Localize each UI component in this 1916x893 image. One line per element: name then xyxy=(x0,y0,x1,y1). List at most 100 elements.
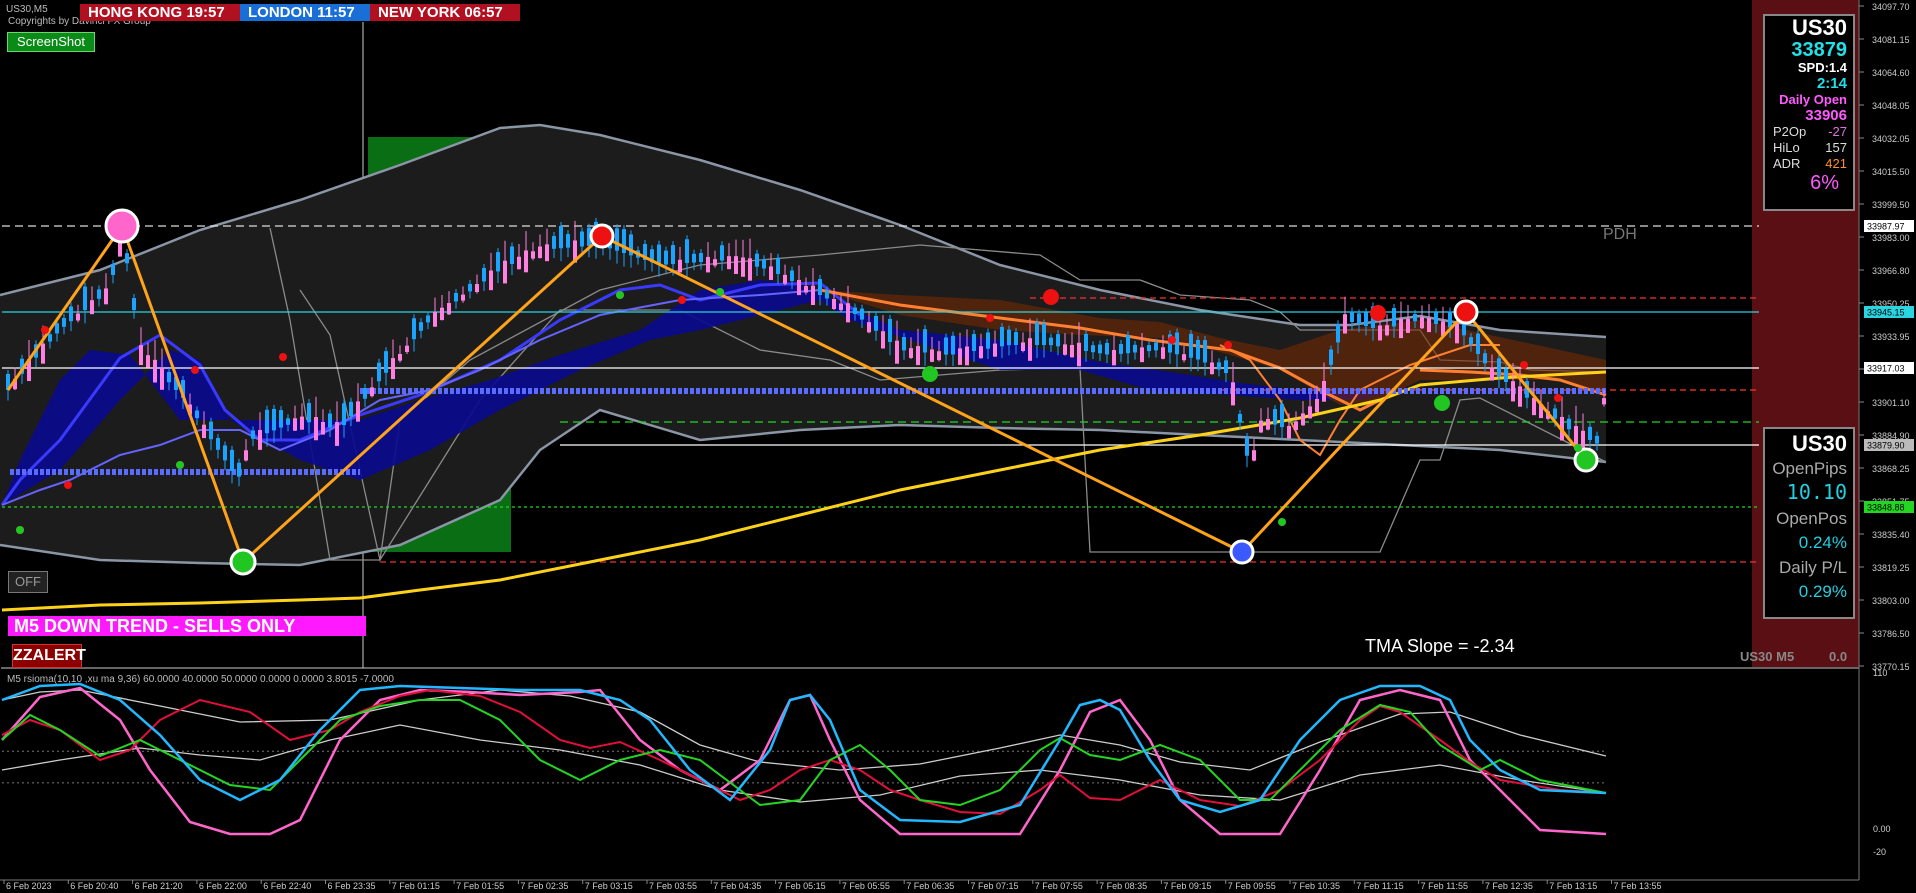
price-tick-label: 33966.80 xyxy=(1872,266,1910,276)
small-signal-red xyxy=(41,326,49,334)
candle-body xyxy=(580,231,584,247)
candle-body xyxy=(83,286,87,310)
time-tick-label: 7 Feb 12:35 xyxy=(1485,881,1533,891)
small-signal-red xyxy=(64,481,72,489)
candle-body xyxy=(1336,324,1340,343)
candle-body xyxy=(1014,332,1018,345)
candle-body xyxy=(1252,450,1256,461)
candle-body xyxy=(1469,337,1473,345)
p2op-row: P2Op -27 xyxy=(1765,124,1853,140)
candle-body xyxy=(1035,322,1039,345)
off-button[interactable]: OFF xyxy=(8,571,48,593)
time-tick-label: 6 Feb 22:40 xyxy=(263,881,311,891)
candle-body xyxy=(1077,342,1081,367)
time-tick-label: 7 Feb 03:55 xyxy=(649,881,697,891)
daily-pl-label: Daily P/L xyxy=(1778,558,1847,577)
candle-body xyxy=(377,362,381,382)
candle-body xyxy=(384,351,388,373)
price-tick-label: 33803.00 xyxy=(1872,596,1910,606)
candle-body xyxy=(132,298,136,310)
zzalert-button[interactable]: ZZALERT xyxy=(12,644,86,668)
candle-body xyxy=(727,256,731,270)
small-signal-green xyxy=(616,291,624,299)
candle-body xyxy=(734,256,738,274)
pivot-high-marker xyxy=(589,223,615,249)
candle-body xyxy=(951,335,955,355)
candle-body xyxy=(1175,332,1179,355)
candle-body xyxy=(251,430,255,439)
candle-body xyxy=(1105,342,1109,355)
candle-body xyxy=(244,450,248,461)
candle-body xyxy=(517,256,521,270)
candle-body xyxy=(1203,340,1207,363)
time-tick-label: 7 Feb 09:15 xyxy=(1163,881,1211,891)
time-tick-label: 7 Feb 06:35 xyxy=(906,881,954,891)
pivot-low-marker xyxy=(1573,447,1599,473)
candle-body xyxy=(55,323,59,334)
info-spread: SPD:1.4 xyxy=(1797,60,1847,75)
price-tick-label: 34097.70 xyxy=(1872,2,1910,12)
open-pips-label: OpenPips xyxy=(1772,459,1847,478)
daily-open-label: Daily Open xyxy=(1779,92,1847,107)
candle-body xyxy=(741,257,745,277)
pivot-high-marker xyxy=(104,208,140,244)
time-tick-label: 7 Feb 13:15 xyxy=(1549,881,1597,891)
candle-body xyxy=(1532,397,1536,416)
candle-body xyxy=(1343,314,1347,334)
candle-body xyxy=(1238,413,1242,423)
signal-dot-green xyxy=(1434,395,1450,411)
candle-body xyxy=(1154,342,1158,351)
candle-body xyxy=(279,410,283,428)
candle-body xyxy=(153,359,157,383)
symbol-timeframe-label: US30 M5 xyxy=(1740,649,1795,664)
candle-body xyxy=(1056,334,1060,347)
price-tick-label: 33835.40 xyxy=(1872,530,1910,540)
candle-body xyxy=(1308,406,1312,419)
candle-body xyxy=(797,279,801,296)
candle-body xyxy=(433,311,437,327)
candle-body xyxy=(559,225,563,249)
tma-slope-label: TMA Slope = -2.34 xyxy=(1365,636,1515,656)
candle-body xyxy=(62,317,66,327)
candle-body xyxy=(1049,337,1053,346)
time-tick-label: 7 Feb 05:55 xyxy=(842,881,890,891)
time-tick-label: 6 Feb 23:35 xyxy=(328,881,376,891)
price-tick-label: 34032.05 xyxy=(1872,134,1910,144)
candle-body xyxy=(1602,398,1606,405)
candle-body xyxy=(440,307,444,321)
candle-body xyxy=(1483,353,1487,364)
hilo-value: 157 xyxy=(1825,140,1847,155)
candle-body xyxy=(930,349,934,362)
screenshot-button[interactable]: ScreenShot xyxy=(7,32,95,52)
candle-body xyxy=(1210,362,1214,375)
candle-body xyxy=(1021,342,1025,351)
candle-body xyxy=(335,422,339,446)
candle-body xyxy=(468,283,472,292)
candle-body xyxy=(349,401,353,417)
candle-body xyxy=(90,300,94,315)
candle-body xyxy=(363,387,367,399)
candle-body xyxy=(1364,312,1368,326)
candle-body xyxy=(944,337,948,355)
candle-body xyxy=(664,250,668,265)
open-pos-label: OpenPos xyxy=(1776,509,1847,528)
price-tag-label: 33848.88 xyxy=(1867,503,1905,513)
small-signal-red xyxy=(279,353,287,361)
candle-body xyxy=(1553,408,1557,419)
candle-body xyxy=(139,345,143,366)
small-signal-red xyxy=(986,314,994,322)
price-tick-label: 33819.25 xyxy=(1872,563,1910,573)
candle-body xyxy=(412,318,416,340)
candle-body xyxy=(888,318,892,342)
time-tick-label: 6 Feb 22:00 xyxy=(199,881,247,891)
candle-body xyxy=(1287,425,1291,439)
candle-body xyxy=(1420,317,1424,329)
adr-row: ADR 421 xyxy=(1765,156,1853,172)
candle-body xyxy=(545,244,549,262)
candle-body xyxy=(1385,325,1389,336)
candle-body xyxy=(1511,381,1515,402)
rsioma-tick-label: -20 xyxy=(1873,847,1886,857)
candle-body xyxy=(846,303,850,323)
price-tag-label: 33945.15 xyxy=(1867,308,1905,318)
price-tick-label: 33786.50 xyxy=(1872,629,1910,639)
